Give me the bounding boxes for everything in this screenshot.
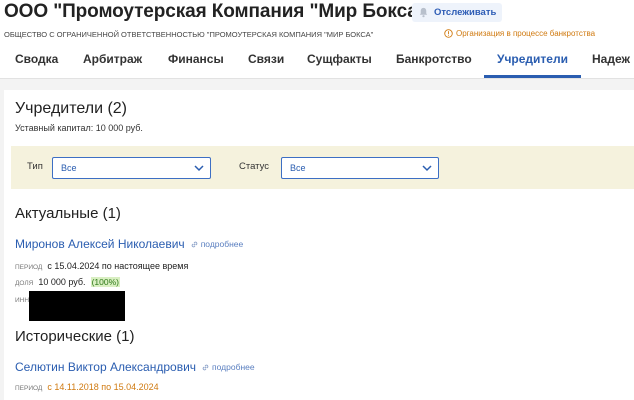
company-title: ООО "Промоутерская Компания "Мир Бокса": [4, 1, 427, 22]
details-link-label: подробнее: [212, 362, 255, 372]
follow-button[interactable]: Отслеживать: [412, 3, 503, 22]
type-select[interactable]: Все: [52, 157, 211, 179]
bankruptcy-status-text: Организация в процессе банкротства: [456, 29, 596, 38]
founders-title: Учредители (2): [15, 100, 128, 117]
authorized-capital: Уставный капитал: 10 000 руб.: [15, 123, 143, 133]
current-founder-share: доля 10 000 руб. (100%): [15, 277, 120, 287]
current-founder-details-link[interactable]: подробнее: [190, 239, 244, 249]
tab-bankruptcy[interactable]: Банкротство: [396, 52, 472, 66]
historic-founder-period: период с 14.11.2018 по 15.04.2024: [15, 382, 159, 392]
follow-button-label: Отслеживать: [434, 7, 497, 18]
founders-panel: Учредители (2) Уставный капитал: 10 000 …: [4, 90, 634, 400]
filter-bar: Тип Все Статус Все: [11, 146, 634, 189]
tab-arbitration[interactable]: Арбитраж: [83, 52, 142, 66]
share-percent-badge: (100%): [90, 277, 120, 287]
tab-material-facts[interactable]: Сущфакты: [307, 52, 372, 66]
page-header: ООО "Промоутерская Компания "Мир Бокса" …: [0, 0, 634, 79]
historic-founder-name[interactable]: Селютин Виктор Александрович: [15, 360, 196, 374]
historic-founder-row: Селютин Виктор Александрович подробнее: [15, 360, 255, 374]
current-founder-period: период с 15.04.2024 по настоящее время: [15, 261, 188, 271]
period-key: период: [15, 264, 43, 271]
type-select-value: Все: [61, 163, 77, 173]
tab-connections[interactable]: Связи: [248, 52, 284, 66]
current-founders-title: Актуальные (1): [15, 205, 121, 222]
current-founder-row: Миронов Алексей Николаевич подробнее: [15, 237, 243, 251]
status-filter-label: Статус: [239, 161, 270, 172]
bell-icon: [419, 7, 428, 18]
tab-founders[interactable]: Учредители: [497, 52, 568, 66]
bankruptcy-status[interactable]: Организация в процессе банкротства: [444, 29, 595, 38]
share-value: 10 000 руб.: [38, 277, 86, 287]
tab-finance[interactable]: Финансы: [168, 52, 224, 66]
type-filter-label: Тип: [27, 161, 43, 172]
period-value: с 15.04.2024 по настоящее время: [47, 261, 189, 271]
status-select[interactable]: Все: [281, 157, 439, 179]
tab-summary[interactable]: Сводка: [15, 52, 58, 66]
historic-founders-title: Исторические (1): [15, 328, 135, 345]
link-icon: [191, 241, 197, 247]
chevron-down-icon: [194, 165, 204, 172]
tab-bar: Сводка Арбитраж Финансы Связи Сущфакты Б…: [0, 46, 634, 79]
historic-founder-details-link[interactable]: подробнее: [201, 362, 255, 372]
chevron-down-icon: [422, 165, 432, 172]
link-icon: [202, 364, 209, 370]
redacted-inn: [29, 291, 125, 321]
share-key: доля: [15, 280, 34, 287]
company-full-name: ОБЩЕСТВО С ОГРАНИЧЕННОЙ ОТВЕТСТВЕННОСТЬЮ…: [4, 30, 374, 39]
period-value: с 14.11.2018 по 15.04.2024: [47, 382, 159, 392]
warning-circle-icon: [444, 29, 453, 38]
active-tab-indicator: [484, 75, 581, 78]
tab-reliability[interactable]: Надеж: [592, 52, 630, 66]
details-link-label: подробнее: [200, 239, 244, 249]
inn-key: ИНН: [15, 297, 30, 304]
status-select-value: Все: [290, 163, 306, 173]
current-founder-name[interactable]: Миронов Алексей Николаевич: [15, 237, 185, 251]
period-key: период: [15, 385, 43, 392]
